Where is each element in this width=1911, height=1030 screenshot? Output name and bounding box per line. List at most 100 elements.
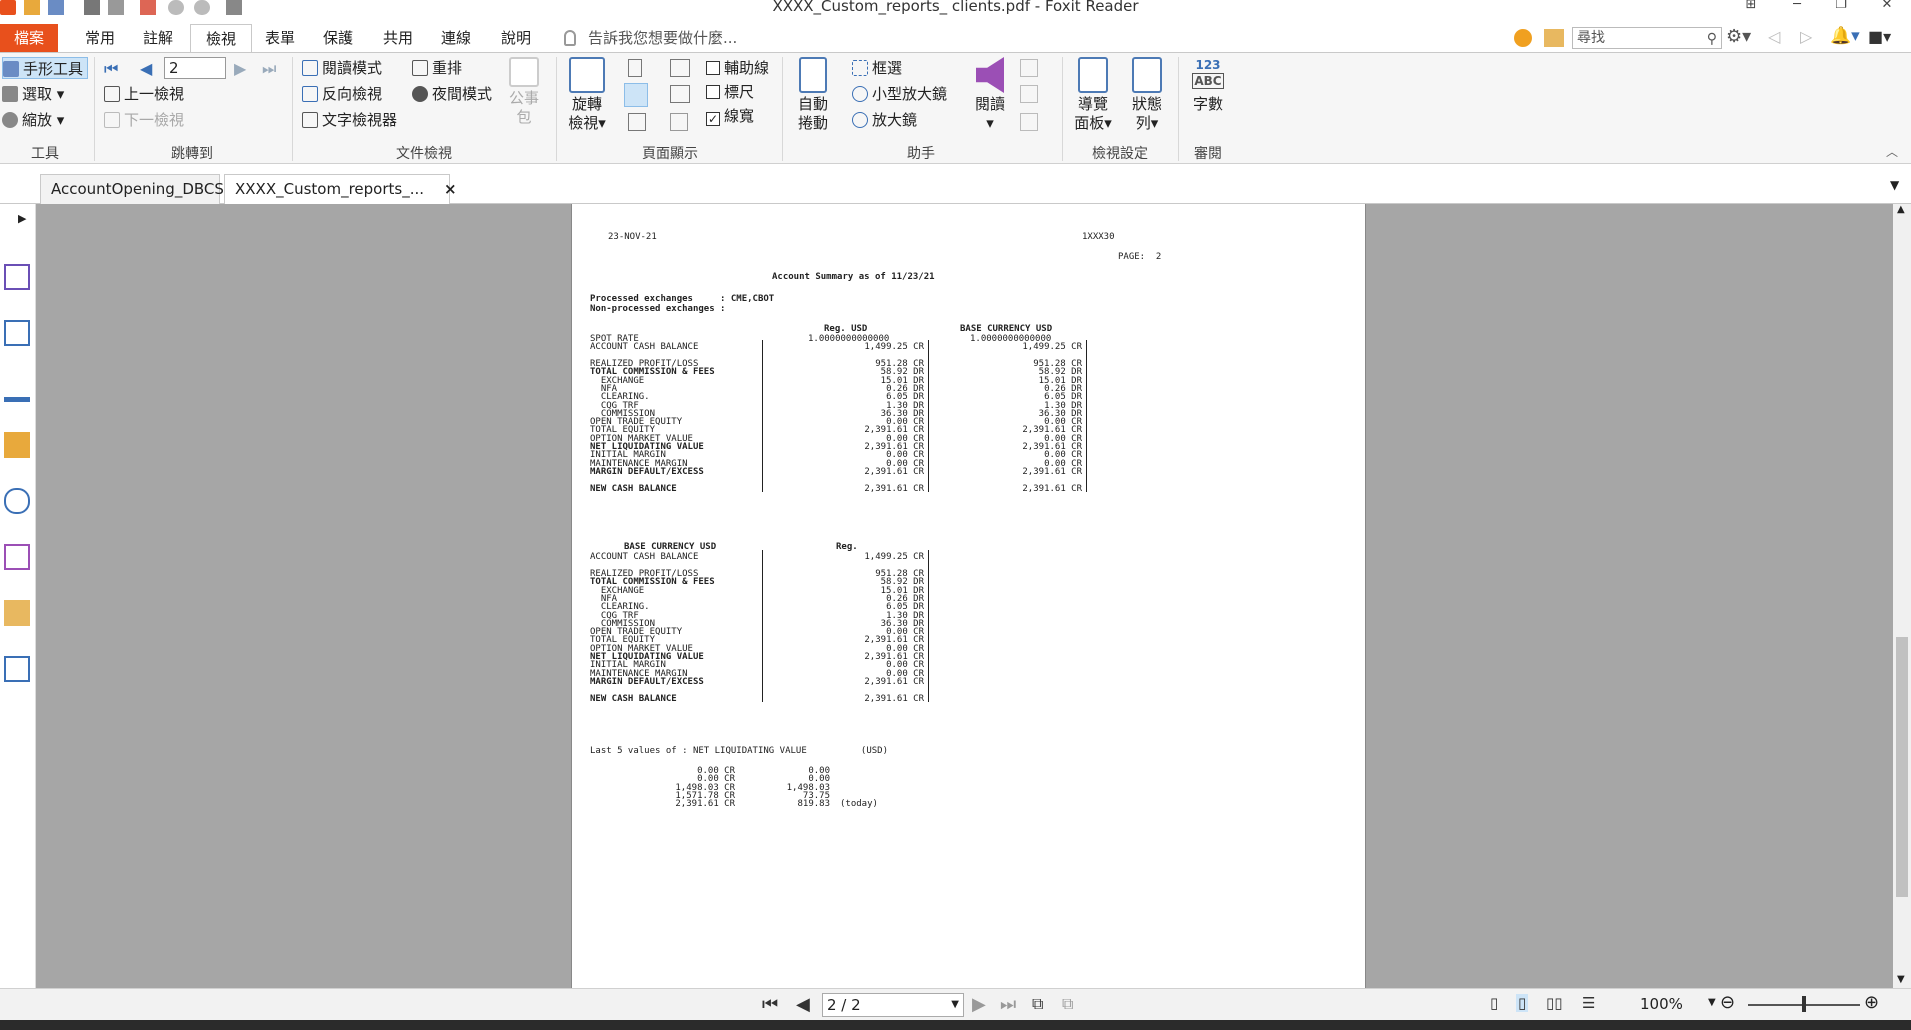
pan-zoom-icon[interactable] [670,113,688,131]
scroll-down-icon[interactable]: ▼ [1897,974,1905,985]
reverse-view-button[interactable]: 反向檢視 [302,83,382,105]
facing-view-icon[interactable]: ▯▯ [1546,994,1563,1012]
separator [556,57,557,161]
scroll-up-icon[interactable]: ▲ [1897,204,1905,215]
magnifier-button[interactable]: 放大鏡 [852,109,917,131]
ribbon-options-icon[interactable]: ⊞ [1740,0,1762,13]
fit-width-icon[interactable]: ⧉ [1062,994,1073,1014]
bulletin-button[interactable]: 公事包 [502,57,546,127]
column-divider [1086,340,1087,493]
reflow-button[interactable]: 重排 [412,57,462,79]
loupe-button[interactable]: 小型放大鏡 [852,83,947,105]
tab-list-dropdown-icon[interactable]: ▼ [1890,178,1899,192]
continuous-icon[interactable] [624,83,648,107]
comments-icon[interactable] [4,432,30,458]
back-arrow-icon[interactable]: ◁ [1768,27,1780,46]
next-page-icon[interactable]: ▶ [234,59,246,78]
tab-comment[interactable]: 註解 [136,24,180,52]
prev-view-button[interactable]: 上一檢視 [104,83,184,105]
linewidth-checkbox[interactable]: ✓ 線寬 [706,105,754,127]
doc-tab-custom-reports[interactable]: XXXX_Custom_reports_... × [224,174,457,204]
zoom-dropdown-icon[interactable]: ▼ [1708,997,1716,1008]
expand-panel-icon[interactable]: ▶ [18,212,26,225]
row-label: NEW CASH BALANCE [590,693,677,704]
tab-view[interactable]: 檢視 [190,24,252,53]
search-icon[interactable]: ⚲ [1707,29,1717,49]
rotate-view-button[interactable]: 旋轉 檢視▾ [562,57,612,133]
single-page-view-icon[interactable]: ▯ [1490,994,1498,1012]
word-count-icon-top: 123 [1195,58,1221,72]
restore-button[interactable]: ❐ [1830,0,1852,13]
first-page-icon[interactable]: ⏮ [104,59,118,79]
zoom-out-icon[interactable]: ⊖ [1720,992,1735,1013]
next-page-nav-icon[interactable]: ▶ [972,994,986,1015]
forward-arrow-icon[interactable]: ▷ [1800,27,1812,46]
tab-protect[interactable]: 保護 [316,24,360,52]
tools-icon[interactable] [4,656,30,682]
heart-icon[interactable] [1514,29,1532,47]
tell-me-box[interactable]: 告訴我您想要做什麼... [588,24,737,52]
minimize-button[interactable]: ─ [1786,0,1808,13]
security-icon[interactable] [4,600,30,626]
last-page-nav-icon[interactable]: ⏭ [1000,994,1016,1015]
document-tabs: AccountOpening_DBCS... XXXX_Custom_repor… [0,170,1911,204]
zoom-button[interactable]: 縮放 ▾ [2,109,64,131]
zoom-level[interactable]: 100% [1640,995,1683,1013]
read-mode-button[interactable]: 閱讀模式 [302,57,382,79]
audio-settings2-icon[interactable] [1020,85,1038,103]
fit-page-icon[interactable]: ⧉ [1032,994,1043,1014]
marquee-button[interactable]: 框選 [852,57,902,79]
tab-home[interactable]: 常用 [78,24,122,52]
audio-settings3-icon[interactable] [1020,113,1038,131]
ribbon-panel: 手形工具 選取 ▾ 縮放 ▾ 工具 ⏮ ◀ 2 ▶ ⏭ 上一檢視 下一檢視 跳轉… [0,52,1911,164]
bell-icon[interactable]: 🔔▾ [1830,26,1860,46]
tab-share[interactable]: 共用 [376,24,420,52]
ruler-checkbox[interactable]: 標尺 [706,81,754,103]
bookmarks-icon[interactable] [4,264,30,290]
gear-icon[interactable]: ⚙▾ [1726,26,1751,47]
close-window-button[interactable]: ✕ [1876,0,1898,13]
night-mode-button[interactable]: 夜間模式 [412,83,492,105]
word-count-button[interactable]: 123 ABC 字數 [1184,57,1232,114]
folder-search-icon[interactable] [1544,29,1564,47]
continuous-facing-view-icon[interactable]: ☰ [1582,994,1595,1012]
scroll-thumb[interactable] [1896,637,1908,897]
tab-connect[interactable]: 連線 [434,24,478,52]
search-input[interactable]: 尋找 ⚲ [1572,27,1722,49]
collapse-ribbon-icon[interactable]: ︿ [1886,143,1898,160]
prev-page-nav-icon[interactable]: ◀ [796,994,810,1015]
last-page-icon[interactable]: ⏭ [262,59,276,79]
vertical-scrollbar[interactable]: ▲ ▼ [1893,204,1911,988]
page-number-input[interactable]: 2 [164,57,226,79]
zoom-slider-handle[interactable] [1802,996,1806,1012]
layers-icon[interactable] [4,376,30,402]
guides-checkbox[interactable]: 輔助線 [706,57,769,79]
facing-icon[interactable] [670,85,690,103]
prev-page-icon[interactable]: ◀ [140,59,152,78]
first-page-nav-icon[interactable]: ⏮ [762,994,778,1015]
doc-tab-accountopening[interactable]: AccountOpening_DBCS... [40,174,238,204]
continuous-view-icon[interactable]: ▯ [1516,994,1529,1012]
page-selector[interactable]: 2 / 2 ▼ [822,993,964,1017]
next-view-button[interactable]: 下一檢視 [104,109,184,131]
select-button[interactable]: 選取 ▾ [2,83,64,105]
nav-panel-button[interactable]: 導覽 面板▾ [1068,57,1118,133]
signatures-icon[interactable] [4,544,30,570]
user-icon[interactable]: ■▾ [1868,27,1891,46]
single-page-icon[interactable] [628,59,642,77]
attachments-icon[interactable] [4,488,30,514]
tab-file[interactable]: 檔案 [0,24,58,52]
read-aloud-button[interactable]: 閱讀 ▾ [968,57,1012,133]
pages-icon[interactable] [4,320,30,346]
audio-settings-icon[interactable] [1020,59,1038,77]
status-bar-button[interactable]: 狀態 列▾ [1122,57,1172,133]
auto-scroll-button[interactable]: 自動 捲動 [788,57,838,133]
tab-help[interactable]: 說明 [494,24,538,52]
split-icon[interactable] [628,113,646,131]
two-page-icon[interactable] [670,59,690,77]
close-tab-icon[interactable]: × [444,180,457,198]
hand-tool-button[interactable]: 手形工具 [2,57,88,79]
zoom-in-icon[interactable]: ⊕ [1864,992,1879,1013]
tab-form[interactable]: 表單 [258,24,302,52]
text-viewer-button[interactable]: 文字檢視器 [302,109,397,131]
